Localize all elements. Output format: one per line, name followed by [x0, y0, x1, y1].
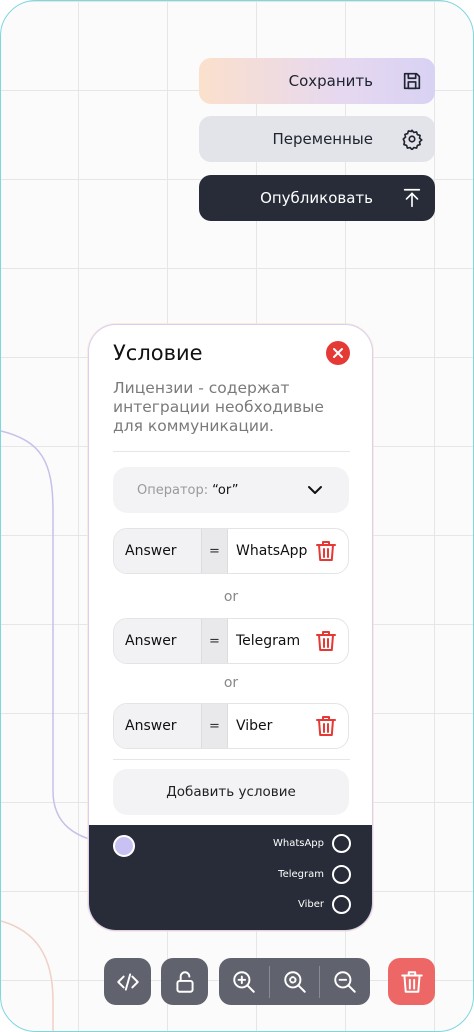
canvas[interactable]: Сохранить Переменные Опубликовать Услови… [0, 0, 474, 1032]
divider [113, 451, 350, 452]
gear-icon [402, 129, 423, 150]
operator-select[interactable]: Оператор: “or” [113, 467, 349, 513]
delete-node-button[interactable] [388, 958, 435, 1005]
save-icon [403, 72, 421, 90]
trash-icon [400, 970, 423, 993]
output-port[interactable] [332, 834, 351, 853]
condition-row: Answer = WhatsApp [113, 528, 349, 574]
trash-icon[interactable] [314, 714, 338, 738]
connector-curve-bottom [1, 920, 54, 1031]
output-row: WhatsApp [273, 834, 351, 853]
condition-row: Answer = Telegram [113, 618, 349, 664]
condition-node-card[interactable]: Условие Лицензии - содержат интеграции н… [88, 324, 373, 931]
upload-icon [403, 188, 421, 208]
condition-field[interactable]: Answer [114, 619, 201, 663]
save-label: Сохранить [288, 72, 373, 90]
lock-icon [175, 970, 194, 993]
output-label: Telegram [278, 869, 324, 880]
code-button[interactable] [104, 958, 151, 1005]
output-row: Viber [298, 895, 351, 914]
condition-value[interactable]: Viber [228, 718, 314, 734]
publish-button[interactable]: Опубликовать [199, 175, 435, 221]
zoom-fit-button[interactable] [270, 958, 320, 1005]
trash-icon[interactable] [314, 629, 338, 653]
or-separator: or [223, 675, 239, 691]
divider [113, 759, 350, 760]
zoom-out-icon [334, 970, 356, 993]
zoom-out-button[interactable] [320, 958, 370, 1005]
operator-key: Оператор: [137, 482, 209, 498]
output-port[interactable] [332, 865, 351, 884]
lock-button[interactable] [161, 958, 208, 1005]
output-row: Telegram [278, 865, 351, 884]
variables-button[interactable]: Переменные [199, 116, 435, 162]
publish-label: Опубликовать [260, 189, 373, 207]
code-icon [116, 972, 139, 991]
chevron-down-icon [308, 486, 322, 494]
condition-value[interactable]: Telegram [228, 633, 314, 649]
condition-value[interactable]: WhatsApp [228, 543, 314, 559]
trash-icon[interactable] [314, 539, 338, 563]
operator-value: “or” [212, 482, 239, 498]
output-label: Viber [297, 899, 324, 910]
condition-operator[interactable]: = [201, 619, 228, 663]
save-button[interactable]: Сохранить [199, 58, 435, 104]
card-description: Лицензии - содержат интеграции необходив… [113, 379, 324, 435]
zoom-in-button[interactable] [219, 958, 269, 1005]
condition-operator[interactable]: = [201, 704, 228, 748]
node-ports-panel: WhatsApp Telegram Viber [89, 825, 372, 930]
input-port[interactable] [113, 835, 135, 857]
card-title: Условие [113, 341, 203, 365]
zoom-controls [219, 958, 370, 1005]
or-separator: or [223, 589, 239, 605]
condition-operator[interactable]: = [201, 529, 228, 573]
output-label: WhatsApp [272, 838, 324, 849]
zoom-in-icon [233, 970, 255, 993]
zoom-fit-icon [283, 970, 306, 993]
condition-row: Answer = Viber [113, 703, 349, 749]
close-button[interactable] [326, 341, 350, 365]
variables-label: Переменные [272, 130, 374, 148]
add-condition-button[interactable]: Добавить условие [113, 769, 349, 815]
close-icon [333, 348, 343, 358]
condition-field[interactable]: Answer [114, 529, 201, 573]
condition-field[interactable]: Answer [114, 704, 201, 748]
output-port[interactable] [332, 895, 351, 914]
